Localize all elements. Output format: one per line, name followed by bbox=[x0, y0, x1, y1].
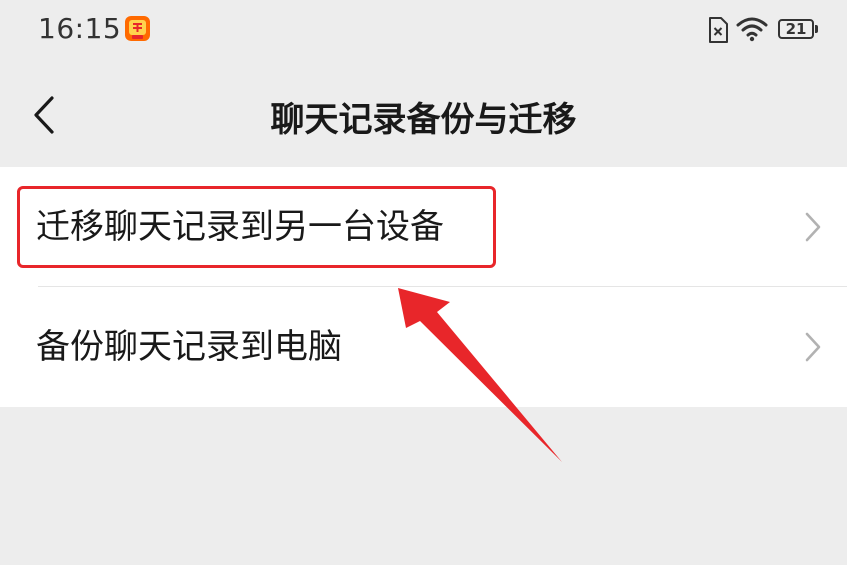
page-title: 聊天记录备份与迁移 bbox=[270, 100, 577, 140]
status-time: 16:15 bbox=[38, 12, 122, 45]
settings-list: 迁移聊天记录到另一台设备 备份聊天记录到电脑 bbox=[0, 167, 847, 407]
no-sim-icon bbox=[709, 17, 728, 43]
chevron-right-icon bbox=[805, 332, 821, 362]
nav-bar: 聊天记录备份与迁移 bbox=[0, 60, 847, 166]
battery-indicator: 21 bbox=[778, 19, 820, 41]
backup-to-computer-label: 备份聊天记录到电脑 bbox=[36, 327, 342, 367]
status-bar: 16:15 21 bbox=[0, 0, 847, 60]
backup-to-computer-item[interactable]: 备份聊天记录到电脑 bbox=[0, 287, 847, 407]
chevron-right-icon bbox=[805, 212, 821, 242]
taobao-badge-icon bbox=[125, 16, 150, 41]
wifi-icon bbox=[736, 17, 768, 42]
migrate-chat-history-label: 迁移聊天记录到另一台设备 bbox=[36, 207, 444, 247]
battery-cap bbox=[815, 25, 818, 33]
battery-level: 21 bbox=[785, 20, 807, 38]
migrate-chat-history-item[interactable]: 迁移聊天记录到另一台设备 bbox=[0, 167, 847, 287]
